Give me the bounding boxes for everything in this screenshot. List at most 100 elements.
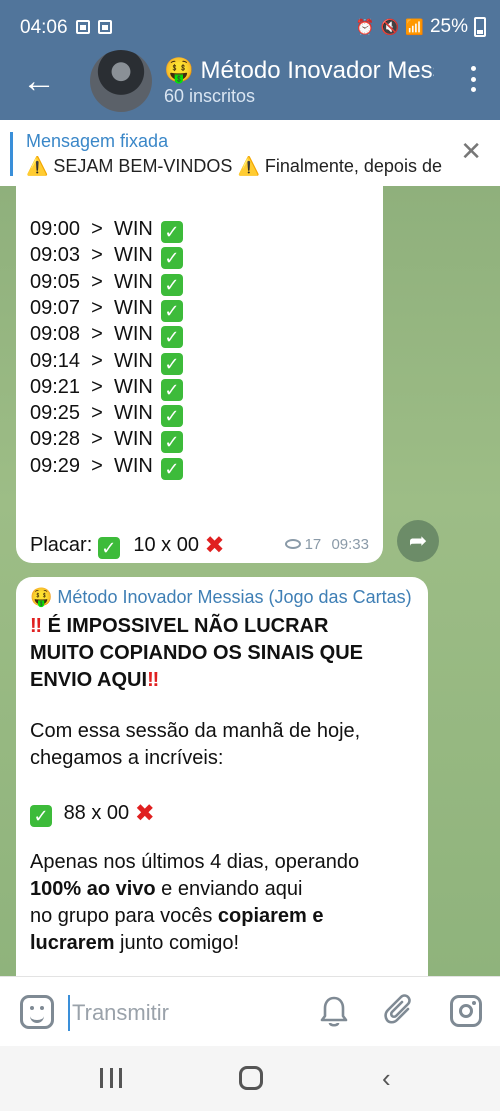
message-time: 09:33 bbox=[331, 536, 369, 553]
attach-icon[interactable] bbox=[384, 993, 416, 1029]
check-icon: ✓ bbox=[160, 431, 183, 454]
signal-separator: > bbox=[80, 296, 114, 319]
headline-line: ENVIO AQUI‼ bbox=[30, 669, 159, 692]
placar-score: 10 x 00 bbox=[133, 534, 199, 556]
signal-row: 09:07 > WIN ✓ bbox=[30, 297, 183, 322]
signal-row: 09:00 > WIN ✓ bbox=[30, 218, 183, 243]
app-notification-icon bbox=[98, 20, 112, 34]
recent-apps-icon[interactable] bbox=[100, 1068, 122, 1088]
signal-separator: > bbox=[80, 270, 114, 293]
signal-time: 09:29 bbox=[30, 454, 81, 477]
double-exclamation-icon: ‼ bbox=[30, 615, 43, 637]
check-icon: ✓ bbox=[97, 537, 120, 559]
notification-icons bbox=[76, 20, 112, 34]
signal-separator: > bbox=[80, 244, 114, 267]
signal-result: WIN bbox=[113, 270, 153, 293]
pinned-message[interactable]: Mensagem fixada ⚠️ SEJAM BEM-VINDOS ⚠️ F… bbox=[0, 120, 500, 186]
signal-row: 09:03 > WIN ✓ bbox=[30, 244, 183, 270]
message-list[interactable]: 09:00 > WIN ✓ 09:03 > WIN ✓ 09:05 > WIN ✓ 09:0… bbox=[0, 186, 500, 976]
signal-row: 09:28 > WIN ✓ bbox=[30, 428, 183, 454]
battery-icon bbox=[474, 17, 486, 37]
signal-separator: > bbox=[80, 402, 114, 425]
signal-time: 09:00 bbox=[30, 218, 81, 240]
close-icon[interactable]: ✕ bbox=[460, 138, 482, 164]
status-bar: 04:06 ⏰ 🔇 📶 25% bbox=[0, 0, 500, 56]
alarm-icon: ⏰ bbox=[355, 19, 375, 36]
signal-time: 09:03 bbox=[30, 244, 81, 267]
message-input[interactable] bbox=[68, 995, 288, 1031]
chat-header: ← 🤑 Método Inovador Messias (Jogo das Ca… bbox=[0, 50, 500, 120]
gallery-notification-icon bbox=[76, 20, 90, 34]
placar-label: Placar: bbox=[30, 534, 93, 556]
signal-result: WIN bbox=[113, 323, 153, 346]
more-vertical-icon[interactable] bbox=[470, 66, 476, 92]
signal-result: WIN bbox=[113, 402, 153, 425]
message-author[interactable]: 🤑 Método Inovador Messias (Jogo das Cart… bbox=[30, 587, 422, 608]
instagram-camera-icon[interactable] bbox=[450, 995, 482, 1027]
message-bubble[interactable]: 🤑 Método Inovador Messias (Jogo das Cart… bbox=[16, 577, 428, 976]
view-count: 17 bbox=[304, 536, 322, 553]
check-icon: ✓ bbox=[160, 378, 183, 401]
check-icon: ✓ bbox=[160, 405, 183, 428]
signal-result: WIN bbox=[113, 375, 153, 398]
status-right: ⏰ 🔇 📶 25% bbox=[356, 16, 486, 38]
body-text: e enviando aqui bbox=[155, 878, 303, 900]
signal-separator: > bbox=[80, 323, 114, 346]
headline-text: É IMPOSSIVEL NÃO LUCRAR bbox=[47, 615, 329, 637]
message-meta: 17 09:33 bbox=[284, 536, 369, 553]
battery-percent: 25% bbox=[429, 16, 468, 37]
signal-separator: > bbox=[80, 375, 114, 398]
cross-icon: ✖ bbox=[134, 800, 155, 827]
headline-text: MUITO COPIANDO OS SINAIS QUE bbox=[30, 642, 363, 664]
share-icon[interactable]: ➦ bbox=[397, 520, 439, 562]
pinned-text: ⚠️ SEJAM BEM-VINDOS ⚠️ Finalmente, depoi… bbox=[26, 156, 446, 176]
check-icon: ✓ bbox=[160, 326, 183, 349]
double-exclamation-icon: ‼ bbox=[147, 669, 160, 691]
bold-text: 100% ao vivo bbox=[30, 878, 156, 900]
nav-back-icon[interactable]: ‹ bbox=[382, 1065, 391, 1091]
status-time: 04:06 bbox=[20, 17, 68, 38]
bell-icon[interactable] bbox=[318, 995, 350, 1029]
emoji-icon[interactable] bbox=[20, 995, 54, 1029]
signal-result: WIN bbox=[113, 296, 153, 319]
channel-avatar[interactable] bbox=[90, 50, 152, 112]
body-text: Com essa sessão da manhã de hoje, bbox=[30, 720, 361, 742]
signal-result: WIN bbox=[113, 244, 153, 267]
signal-result: WIN bbox=[113, 218, 153, 240]
check-icon: ✓ bbox=[160, 221, 183, 243]
body-text: Apenas nos últimos 4 dias, operando bbox=[30, 851, 360, 873]
bold-text: copiarem e bbox=[217, 905, 324, 927]
signal-time: 09:28 bbox=[30, 428, 81, 451]
signal-result: WIN bbox=[113, 349, 153, 372]
signal-row: 09:14 > WIN ✓ bbox=[30, 350, 183, 375]
body-text-line: lucrarem junto comigo! bbox=[30, 932, 239, 955]
body-text: junto comigo! bbox=[114, 932, 240, 954]
placar-line: Placar: ✓ 10 x 00 ✖ bbox=[30, 531, 225, 560]
signal-separator: > bbox=[80, 218, 114, 240]
signal-result: WIN bbox=[113, 428, 153, 451]
body-text-line: 100% ao vivo e enviando aqui bbox=[30, 878, 302, 901]
signal-result: WIN bbox=[113, 454, 153, 477]
message-composer bbox=[0, 976, 500, 1046]
signal-separator: > bbox=[80, 349, 114, 372]
headline-text: ENVIO AQUI bbox=[30, 669, 148, 691]
pinned-indicator bbox=[10, 132, 13, 176]
score-text: 88 x 00 bbox=[63, 802, 130, 824]
views-icon bbox=[284, 539, 301, 549]
channel-title[interactable]: 🤑 Método Inovador Messias (Jogo das Cart… bbox=[164, 56, 434, 85]
arrow-left-icon[interactable]: ← bbox=[22, 64, 56, 98]
signal-time: 09:14 bbox=[30, 349, 81, 372]
check-icon: ✓ bbox=[160, 247, 183, 270]
score-line: ✓ 88 x 00 ✖ bbox=[30, 799, 155, 828]
body-text-line: no grupo para vocês copiarem e bbox=[30, 905, 324, 928]
cross-icon: ✖ bbox=[204, 532, 225, 559]
signal-time: 09:07 bbox=[30, 296, 81, 319]
signal-row: 09:05 > WIN ✓ bbox=[30, 271, 183, 296]
system-nav-bar: ‹ bbox=[0, 1046, 500, 1111]
check-icon: ✓ bbox=[160, 299, 183, 322]
subscriber-count: 60 inscritos bbox=[164, 86, 256, 106]
home-icon[interactable] bbox=[239, 1066, 263, 1090]
bold-text: lucrarem bbox=[30, 932, 115, 954]
signal-time: 09:25 bbox=[30, 402, 81, 425]
message-bubble[interactable]: 09:00 > WIN ✓ 09:03 > WIN ✓ 09:05 > WIN ✓ 09:0… bbox=[16, 186, 383, 563]
